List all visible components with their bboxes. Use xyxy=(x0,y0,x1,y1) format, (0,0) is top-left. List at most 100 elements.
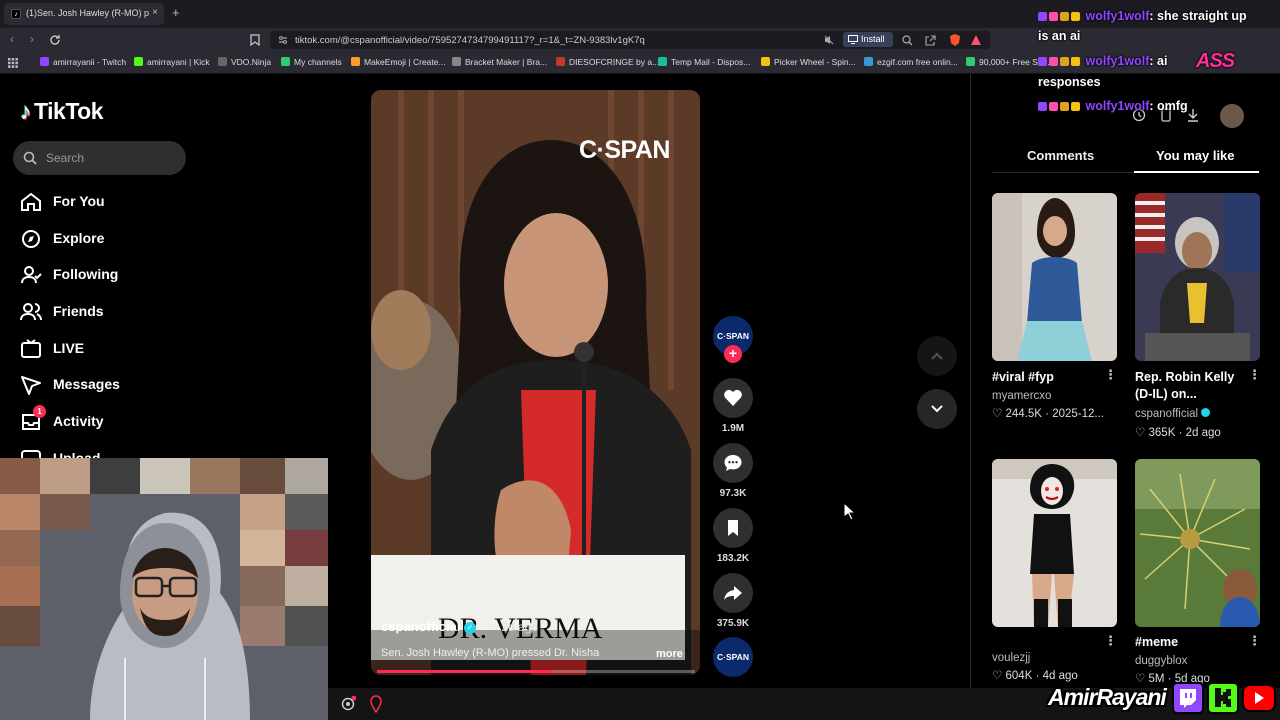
following-icon xyxy=(21,266,42,284)
kick-logo-icon xyxy=(1207,682,1239,714)
browser-tab[interactable]: ♪ (1)Sen. Josh Hawley (R-MO) p × xyxy=(4,3,164,25)
card-more-icon[interactable]: ⋮ xyxy=(1104,633,1117,649)
previous-video-button[interactable] xyxy=(917,336,957,376)
bookmark-vdo-ninja[interactable]: VDO.Ninja xyxy=(218,57,271,67)
bookmark-twitch[interactable]: amirrayanii - Twitch xyxy=(40,57,126,67)
address-bar-row: ‹ › tiktok.com/@cspanofficial/video/7595… xyxy=(0,28,1280,52)
badge-icon xyxy=(1049,102,1058,111)
reload-icon[interactable] xyxy=(49,34,61,46)
video-card-thumbnail[interactable] xyxy=(992,193,1117,361)
nav-upload[interactable]: Upload xyxy=(20,446,200,458)
apps-grid-icon[interactable] xyxy=(8,58,18,68)
save-button[interactable] xyxy=(713,508,753,548)
share-icon[interactable] xyxy=(925,35,936,46)
heart-icon xyxy=(724,389,742,406)
tiktok-logo[interactable]: ♪ TikTok xyxy=(20,98,104,125)
bookmark-my-channels[interactable]: My channels xyxy=(281,57,342,67)
bookmark-diesofcringe[interactable]: DIESOFCRINGE by a... xyxy=(556,57,659,67)
video-card-title[interactable]: Rep. Robin Kelly (D-IL) on... xyxy=(1135,369,1247,403)
nav-explore[interactable]: Explore xyxy=(20,226,200,252)
brave-shield-icon[interactable] xyxy=(948,33,962,47)
send-icon xyxy=(21,376,41,395)
more-button[interactable]: more xyxy=(656,648,683,660)
video-progress-bar[interactable] xyxy=(377,670,695,673)
chevron-down-icon xyxy=(931,405,943,413)
nav-activity[interactable]: 1 Activity xyxy=(20,405,200,435)
video-card-stats: ♡ 365K · 2d ago xyxy=(1135,427,1221,439)
video-card-author[interactable]: voulezjj xyxy=(992,652,1030,664)
card-more-icon[interactable]: ⋮ xyxy=(1248,633,1261,649)
profile-avatar[interactable] xyxy=(1220,104,1244,128)
upload-icon xyxy=(21,450,41,458)
video-card-thumbnail[interactable] xyxy=(1135,193,1260,361)
search-input[interactable]: Search xyxy=(13,141,186,175)
badge-icon xyxy=(1060,102,1069,111)
bookmark-makeemoji[interactable]: MakeEmoji | Create... xyxy=(351,57,446,67)
video-card-title[interactable]: #meme xyxy=(1135,634,1178,651)
gift-badge-icon xyxy=(1071,12,1080,21)
bookmark-temp-mail[interactable]: Temp Mail - Dispos... xyxy=(658,57,750,67)
nav-for-you[interactable]: For You xyxy=(20,189,200,215)
back-icon[interactable]: ‹ xyxy=(10,32,14,46)
hearing-video-frame: DR. VERMA xyxy=(371,90,700,675)
youtube-logo-icon xyxy=(1242,684,1276,712)
video-card-thumbnail[interactable] xyxy=(1135,459,1260,627)
forward-icon[interactable]: › xyxy=(30,32,34,46)
nav-messages[interactable]: Messages xyxy=(20,372,200,398)
bookmark-save-icon xyxy=(728,520,738,536)
video-card-author[interactable]: cspanofficial xyxy=(1135,408,1211,420)
video-author[interactable]: cspanofficial ✓ xyxy=(381,619,477,634)
settings-gear-icon[interactable] xyxy=(340,696,356,712)
zoom-icon[interactable] xyxy=(902,35,913,46)
tab-comments[interactable]: Comments xyxy=(1027,148,1094,163)
comment-button[interactable] xyxy=(713,443,753,483)
close-tab-icon[interactable]: × xyxy=(152,7,158,18)
download-icon[interactable] xyxy=(1186,108,1200,122)
nav-live[interactable]: LIVE xyxy=(20,336,200,362)
video-card-author[interactable]: duggyblox xyxy=(1135,655,1187,667)
save-count: 183.2K xyxy=(716,553,750,564)
sound-avatar[interactable]: C·SPAN xyxy=(713,637,753,677)
video-card-author[interactable]: myamercxo xyxy=(992,390,1051,402)
picker-wheel-icon xyxy=(761,57,770,66)
video-card-title[interactable]: #viral #fyp xyxy=(992,369,1054,386)
mute-icon[interactable] xyxy=(824,35,834,45)
gift-badge-icon xyxy=(1071,57,1080,66)
comment-bubble-icon xyxy=(724,455,742,471)
costume-dancer-thumbnail-image xyxy=(992,459,1117,627)
comment-count: 97.3K xyxy=(719,488,747,499)
bookmark-icon[interactable] xyxy=(250,34,260,46)
heart-outline-icon: ♡ xyxy=(992,670,1003,682)
bookmark-picker-wheel[interactable]: Picker Wheel - Spin... xyxy=(761,57,856,67)
brave-rewards-icon[interactable] xyxy=(970,34,982,46)
like-button[interactable] xyxy=(713,378,753,418)
twitch-logo-icon xyxy=(1172,682,1204,714)
follow-button[interactable]: + xyxy=(724,345,742,363)
share-button[interactable] xyxy=(713,573,753,613)
site-settings-icon[interactable] xyxy=(278,35,288,45)
chat-message: wolfy1wolf: she straight up xyxy=(1038,9,1247,23)
card-more-icon[interactable]: ⋮ xyxy=(1104,367,1117,383)
tab-you-may-like[interactable]: You may like xyxy=(1156,148,1235,163)
bookmark-ezgif[interactable]: ezgif.com free onlin... xyxy=(864,57,958,67)
video-player[interactable]: DR. VERMA xyxy=(371,90,700,675)
video-card-thumbnail[interactable] xyxy=(992,459,1117,627)
vdo-ninja-icon xyxy=(218,57,227,66)
new-tab-button[interactable]: + xyxy=(172,5,180,20)
badge-icon xyxy=(1038,12,1047,21)
bookmark-bracket-maker[interactable]: Bracket Maker | Bra... xyxy=(452,57,547,67)
location-pin-icon[interactable] xyxy=(370,695,382,713)
install-label: Install xyxy=(861,34,885,44)
install-button[interactable]: Install xyxy=(843,32,893,47)
badge-icon xyxy=(1049,12,1058,21)
cspan-watermark: C·SPAN xyxy=(579,136,670,164)
card-more-icon[interactable]: ⋮ xyxy=(1248,367,1261,383)
nav-friends[interactable]: Friends xyxy=(20,299,200,325)
bookmark-kick[interactable]: amirrayani | Kick xyxy=(134,57,210,67)
nav-following[interactable]: Following xyxy=(20,262,200,288)
url-text: tiktok.com/@cspanofficial/video/75952747… xyxy=(295,35,645,46)
next-video-button[interactable] xyxy=(917,389,957,429)
twitch-icon xyxy=(40,57,49,66)
install-icon xyxy=(848,35,858,44)
press-conference-thumbnail-image xyxy=(1135,193,1260,361)
